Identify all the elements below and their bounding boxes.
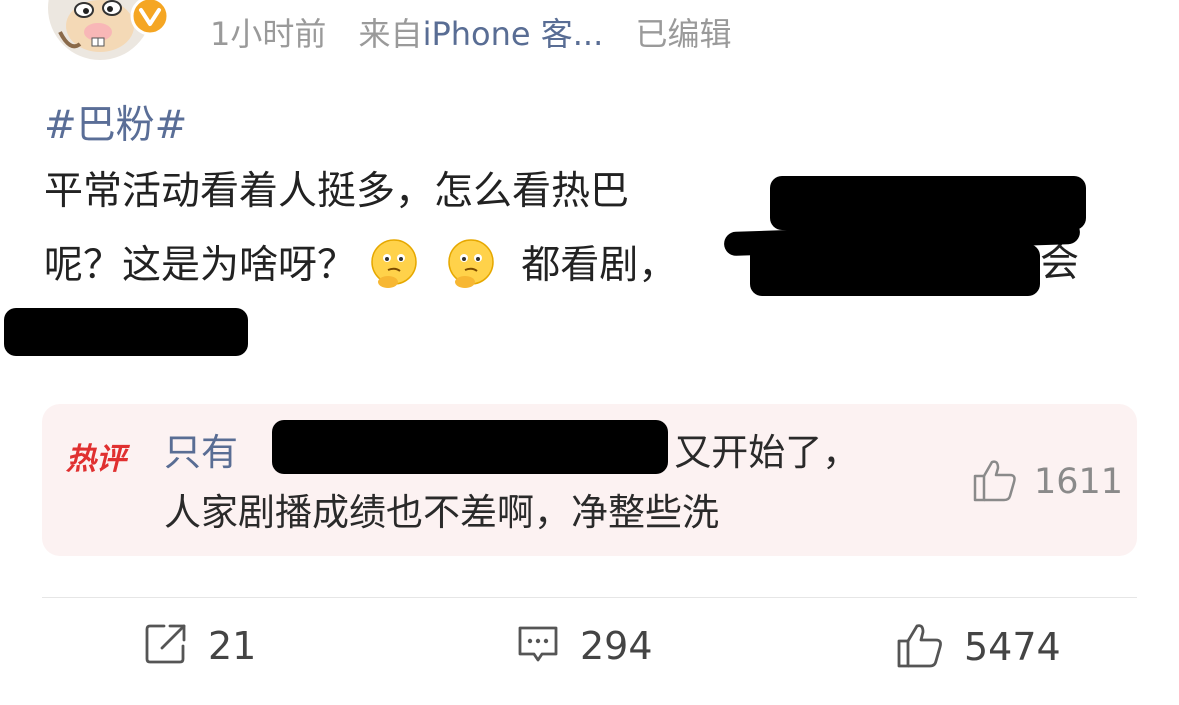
post-hashtag[interactable]: #巴粉# — [44, 100, 187, 152]
edited-label: 已编辑 — [635, 15, 732, 53]
hot-comment-text-end: : 又开始了， — [650, 431, 860, 474]
like-button[interactable]: 5474 — [896, 622, 1061, 672]
hot-comment-like-count: 1611 — [1034, 462, 1124, 502]
redaction-mark — [272, 420, 668, 474]
post-timestamp: 1小时前 — [210, 15, 327, 53]
post-meta: 1小时前 来自iPhone 客... 已编辑 — [210, 12, 753, 56]
post-text-line2: 呢？这是为啥呀？ 都看剧， — [44, 238, 677, 292]
post-text-line2-a: 呢？这是为啥呀？ — [44, 243, 357, 288]
redaction-mark — [4, 308, 248, 356]
avatar[interactable] — [40, 0, 170, 62]
comment-button[interactable]: 294 — [516, 622, 653, 670]
hot-comment-user[interactable]: 只有 — [164, 431, 238, 474]
post-text-line1: 平常活动看着人挺多，怎么看热巴 — [44, 169, 630, 214]
like-count: 5474 — [964, 625, 1061, 669]
source-prefix: 来自 — [358, 15, 423, 53]
verified-badge-icon — [130, 0, 170, 36]
thinking-emoji-icon — [368, 238, 420, 290]
post-text-line2-c: 会 — [1040, 241, 1080, 286]
hot-comment-line2: 人家剧播成绩也不差啊，净整些洗 — [164, 491, 719, 534]
thumbs-up-icon — [896, 622, 944, 672]
comment-count: 294 — [580, 624, 653, 668]
text-fade — [802, 490, 892, 538]
hot-comment-like-button[interactable]: 1611 — [972, 458, 1123, 506]
repost-count: 21 — [208, 624, 257, 668]
repost-button[interactable]: 21 — [144, 622, 256, 670]
thinking-emoji-icon — [445, 238, 497, 290]
comment-icon — [516, 622, 560, 670]
redaction-mark — [750, 244, 1040, 296]
post-text-line2-b: 都看剧， — [521, 243, 678, 288]
share-icon — [144, 622, 188, 670]
divider — [42, 597, 1137, 598]
hot-comment-badge: 热评 — [66, 442, 126, 477]
thumbs-up-icon — [972, 458, 1018, 506]
post-source[interactable]: 来自iPhone 客... — [359, 15, 604, 53]
source-device[interactable]: iPhone 客... — [423, 15, 604, 53]
